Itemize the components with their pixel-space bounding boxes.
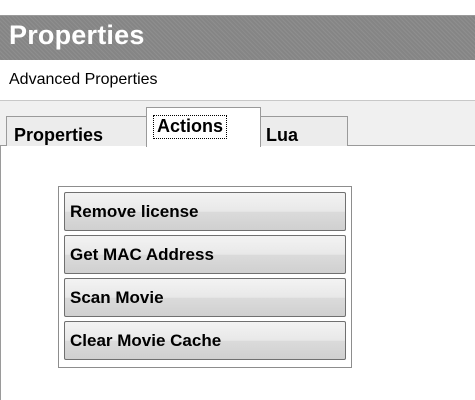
tab-lua[interactable]: Lua [258, 116, 348, 146]
tab-properties[interactable]: Properties [6, 116, 149, 146]
clear-movie-cache-button[interactable]: Clear Movie Cache [64, 321, 346, 360]
content-left-border [0, 146, 1, 400]
tab-actions[interactable]: Actions [146, 107, 261, 147]
tab-actions-label: Actions [153, 115, 228, 139]
properties-panel: Properties Advanced Properties Propertie… [0, 0, 475, 400]
action-button-group: Remove license Get MAC Address Scan Movi… [58, 186, 352, 368]
panel-header: Properties [0, 15, 475, 61]
tab-lua-label: Lua [266, 125, 299, 145]
actions-tab-content: Remove license Get MAC Address Scan Movi… [0, 146, 475, 400]
panel-title: Properties [9, 20, 145, 50]
panel-subheader: Advanced Properties [0, 60, 475, 101]
get-mac-address-button[interactable]: Get MAC Address [64, 235, 346, 274]
tab-properties-label: Properties [14, 125, 104, 145]
subheader-label: Advanced Properties [9, 71, 158, 88]
remove-license-button[interactable]: Remove license [64, 192, 346, 231]
scan-movie-button[interactable]: Scan Movie [64, 278, 346, 317]
tab-strip: Properties Lua Actions [0, 101, 475, 147]
